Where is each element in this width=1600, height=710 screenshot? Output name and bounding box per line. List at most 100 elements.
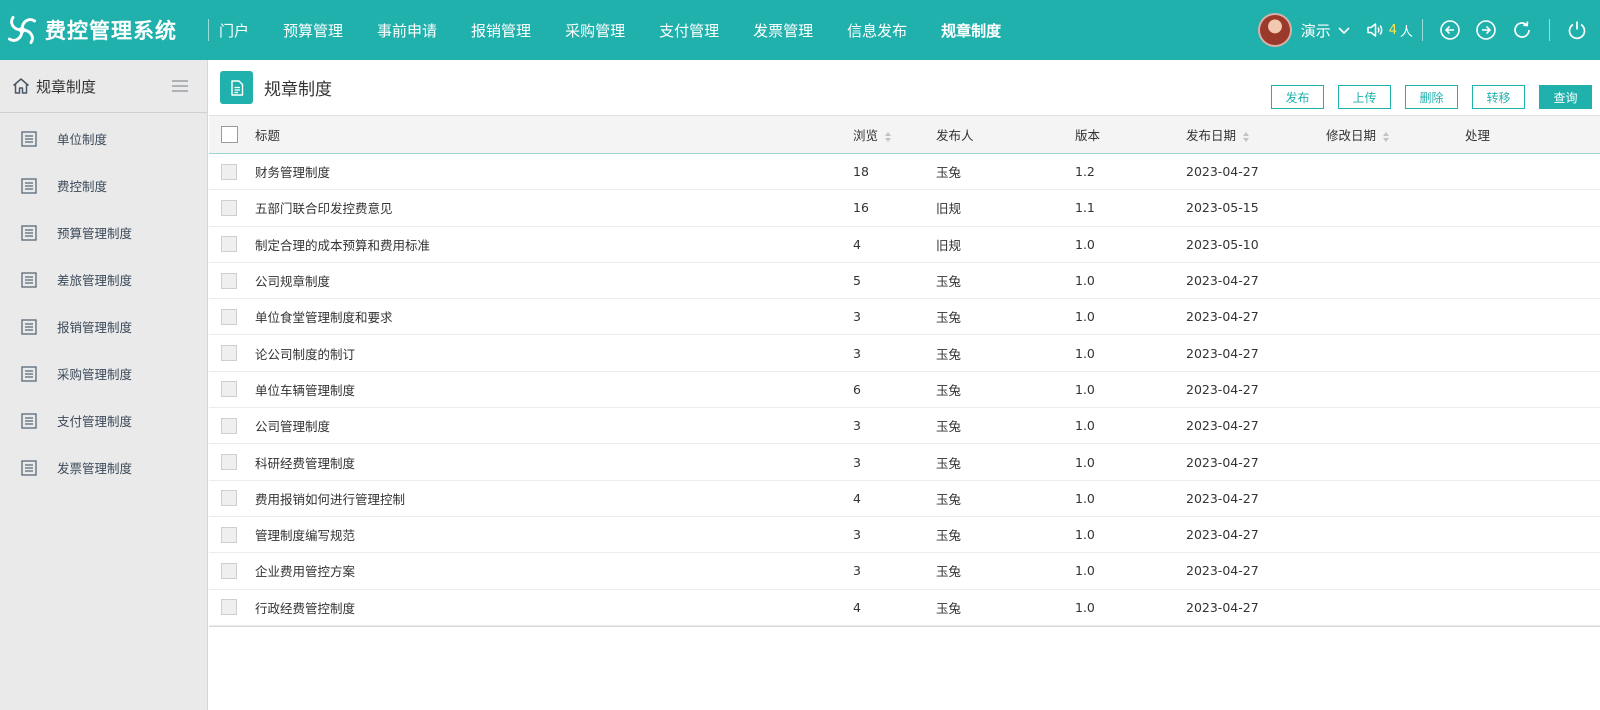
sort-icon: [1383, 131, 1390, 142]
cell-version: 1.2: [1075, 164, 1095, 180]
cell-title[interactable]: 论公司制度的制订: [255, 344, 355, 363]
sidebar-item-payment[interactable]: 支付管理制度: [0, 397, 207, 444]
document-list-icon: [21, 224, 37, 241]
sidebar-item-label: 报销管理制度: [57, 320, 133, 335]
document-list-icon: [21, 271, 37, 288]
sidebar-item-reimbursement[interactable]: 报销管理制度: [0, 303, 207, 350]
row-checkbox[interactable]: [221, 345, 237, 362]
row-checkbox[interactable]: [221, 272, 237, 289]
cell-views: 3: [853, 418, 861, 434]
cell-title[interactable]: 行政经费管控制度: [255, 598, 355, 617]
row-checkbox[interactable]: [221, 490, 237, 507]
table-row[interactable]: 管理制度编写规范 3 玉兔 1.0 2023-04-27: [209, 517, 1600, 554]
sidebar-item-procurement[interactable]: 采购管理制度: [0, 350, 207, 397]
nav-info-publish[interactable]: 信息发布: [847, 20, 907, 41]
cell-publisher: 玉兔: [936, 455, 962, 471]
row-checkbox[interactable]: [221, 199, 237, 216]
sidebar-item-unit[interactable]: 单位制度: [0, 115, 207, 162]
sidebar-item-label: 采购管理制度: [57, 367, 133, 382]
cell-publisher: 玉兔: [936, 382, 962, 398]
menu-toggle-icon[interactable]: [170, 78, 190, 94]
row-checkbox[interactable]: [221, 454, 237, 471]
select-all-checkbox[interactable]: [221, 126, 238, 143]
sidebar: 规章制度 单位制度 费控制度 预算管理制度 差旅管理制度 报销管理制度 采购管理…: [0, 60, 208, 710]
sidebar-item-budget[interactable]: 预算管理制度: [0, 209, 207, 256]
cell-views: 3: [853, 309, 861, 325]
table-row[interactable]: 行政经费管控制度 4 玉兔 1.0 2023-04-27: [209, 590, 1600, 626]
user-name[interactable]: 演示: [1301, 20, 1331, 41]
speaker-icon: [1366, 23, 1383, 37]
table-row[interactable]: 单位食堂管理制度和要求 3 玉兔 1.0 2023-04-27: [209, 299, 1600, 336]
sidebar-item-cost-control[interactable]: 费控制度: [0, 162, 207, 209]
row-checkbox[interactable]: [221, 381, 237, 398]
row-checkbox[interactable]: [221, 308, 237, 325]
sidebar-title: 规章制度: [36, 77, 97, 96]
row-checkbox[interactable]: [221, 562, 237, 579]
cell-title[interactable]: 单位食堂管理制度和要求: [255, 307, 393, 326]
row-checkbox[interactable]: [221, 599, 237, 616]
nav-payment[interactable]: 支付管理: [659, 20, 719, 41]
row-checkbox[interactable]: [221, 526, 237, 543]
cell-title[interactable]: 制定合理的成本预算和费用标准: [255, 235, 430, 254]
table-row[interactable]: 财务管理制度 18 玉兔 1.2 2023-04-27: [209, 154, 1600, 191]
cell-title[interactable]: 五部门联合印发控费意见: [255, 198, 393, 217]
sidebar-item-invoice[interactable]: 发票管理制度: [0, 444, 207, 491]
page-header: 规章制度 发布 上传 删除 转移 查询: [209, 60, 1600, 116]
table-row[interactable]: 企业费用管控方案 3 玉兔 1.0 2023-04-27: [209, 553, 1600, 590]
cell-title[interactable]: 公司规章制度: [255, 271, 330, 290]
table-row[interactable]: 制定合理的成本预算和费用标准 4 旧规 1.0 2023-05-10: [209, 227, 1600, 263]
nav-portal[interactable]: 门户: [219, 20, 249, 41]
nav-budget[interactable]: 预算管理: [283, 20, 343, 41]
upload-button[interactable]: 上传: [1338, 85, 1391, 109]
cell-title[interactable]: 财务管理制度: [255, 162, 330, 181]
transfer-button[interactable]: 转移: [1472, 85, 1525, 109]
table-row[interactable]: 单位车辆管理制度 6 玉兔 1.0 2023-04-27: [209, 372, 1600, 409]
table-row[interactable]: 五部门联合印发控费意见 16 旧规 1.1 2023-05-15: [209, 190, 1600, 227]
back-button[interactable]: [1439, 19, 1461, 41]
row-checkbox[interactable]: [221, 163, 237, 180]
publish-button[interactable]: 发布: [1271, 85, 1324, 109]
avatar[interactable]: [1257, 13, 1292, 47]
nav-invoice[interactable]: 发票管理: [753, 20, 813, 41]
chevron-down-icon[interactable]: [1337, 23, 1351, 37]
cell-version: 1.0: [1075, 381, 1095, 397]
row-checkbox[interactable]: [221, 417, 237, 434]
column-header-views[interactable]: 浏览: [853, 125, 892, 144]
nav-regulations[interactable]: 规章制度: [941, 20, 1001, 41]
row-checkbox[interactable]: [221, 236, 237, 253]
nav-pre-application[interactable]: 事前申请: [377, 20, 437, 41]
online-users[interactable]: 4 人: [1365, 20, 1413, 40]
column-header-publish-date[interactable]: 发布日期: [1186, 125, 1250, 144]
cell-title[interactable]: 费用报销如何进行管理控制: [255, 489, 405, 508]
cell-title[interactable]: 单位车辆管理制度: [255, 380, 355, 399]
home-icon[interactable]: [11, 76, 31, 96]
logout-button[interactable]: [1566, 19, 1588, 41]
table-row[interactable]: 科研经费管理制度 3 玉兔 1.0 2023-04-27: [209, 444, 1600, 481]
column-header-operation: 处理: [1465, 128, 1491, 143]
main-nav: 门户 预算管理 事前申请 报销管理 采购管理 支付管理 发票管理 信息发布 规章…: [219, 0, 1035, 60]
table-row[interactable]: 公司管理制度 3 玉兔 1.0 2023-04-27: [209, 408, 1600, 445]
table-row[interactable]: 论公司制度的制订 3 玉兔 1.0 2023-04-27: [209, 335, 1600, 372]
cell-version: 1.0: [1075, 309, 1095, 325]
nav-reimbursement[interactable]: 报销管理: [471, 20, 531, 41]
query-button[interactable]: 查询: [1539, 85, 1592, 109]
refresh-button[interactable]: [1511, 19, 1533, 41]
document-list-icon: [21, 177, 37, 194]
regulations-table: 标题 浏览 发布人 版本 发布日期 修改日期 处理 财务管理制度 18 玉兔 1.2 2…: [209, 116, 1600, 627]
sidebar-item-travel[interactable]: 差旅管理制度: [0, 256, 207, 303]
document-list-icon: [21, 130, 37, 147]
cell-title[interactable]: 公司管理制度: [255, 416, 330, 435]
nav-procurement[interactable]: 采购管理: [565, 20, 625, 41]
table-row[interactable]: 公司规章制度 5 玉兔 1.0 2023-04-27: [209, 263, 1600, 300]
cell-title[interactable]: 企业费用管控方案: [255, 561, 355, 580]
cell-title[interactable]: 科研经费管理制度: [255, 453, 355, 472]
cell-views: 4: [853, 490, 861, 506]
forward-button[interactable]: [1475, 19, 1497, 41]
sidebar-item-label: 支付管理制度: [57, 414, 133, 429]
cell-publisher: 玉兔: [936, 346, 962, 362]
action-toolbar: 发布 上传 删除 转移 查询: [1257, 85, 1592, 109]
table-row[interactable]: 费用报销如何进行管理控制 4 玉兔 1.0 2023-04-27: [209, 481, 1600, 517]
column-header-modify-date[interactable]: 修改日期: [1326, 125, 1390, 144]
cell-title[interactable]: 管理制度编写规范: [255, 525, 355, 544]
delete-button[interactable]: 删除: [1405, 85, 1458, 109]
